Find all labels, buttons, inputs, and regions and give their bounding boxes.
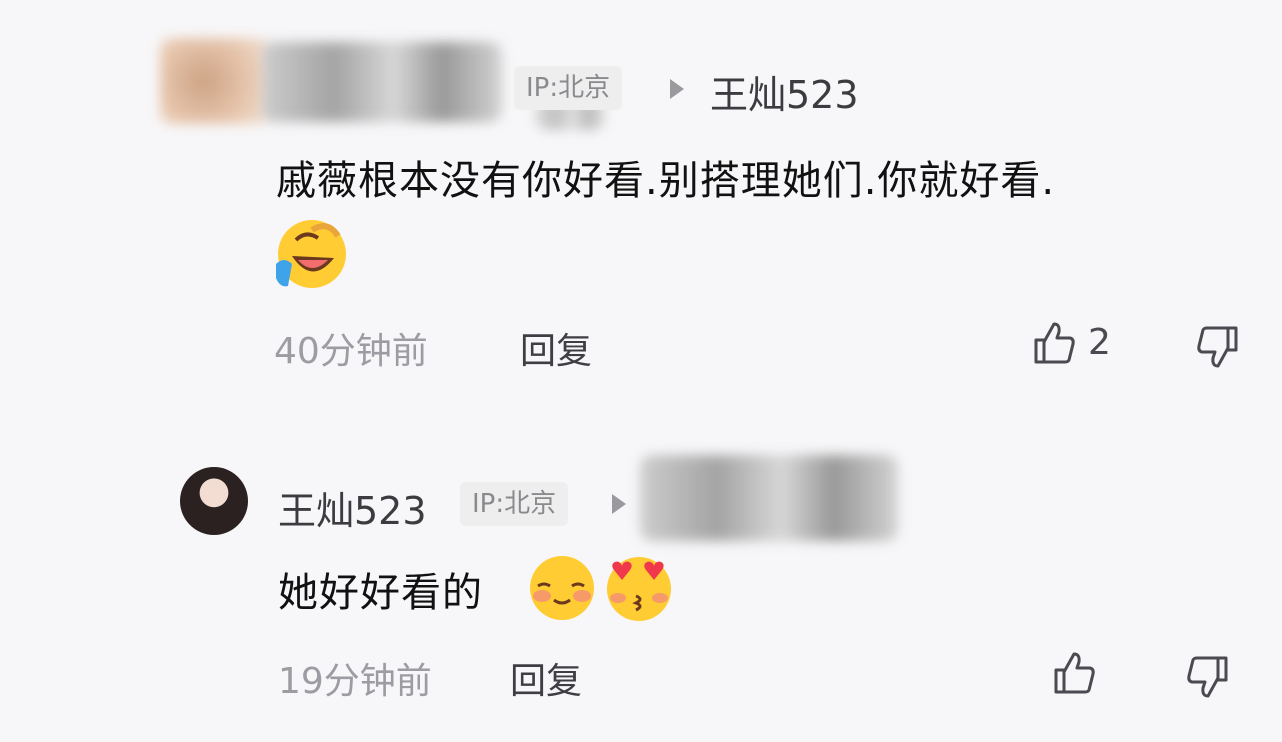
triangle-right-icon — [670, 79, 684, 99]
comment-time: 40分钟前 — [274, 331, 428, 372]
reply-target-username[interactable]: 王灿523 — [710, 64, 859, 119]
thumbs-up-outline-icon[interactable] — [1032, 320, 1076, 366]
triangle-right-icon — [612, 494, 626, 514]
blurred-username — [262, 42, 502, 122]
comment-username[interactable]: 王灿523 — [278, 480, 427, 535]
thumbs-up-outline-icon[interactable] — [1052, 650, 1096, 696]
reply-button[interactable]: 回复 — [510, 652, 582, 704]
comment-time: 19分钟前 — [278, 661, 432, 702]
reply-button[interactable]: 回复 — [520, 322, 592, 374]
heart-eyes-kiss-emoji — [607, 557, 671, 621]
comment-text: 戚薇根本没有你好看.别搭理她们.你就好看. — [276, 158, 1056, 204]
thumbs-down-outline-icon[interactable] — [1196, 324, 1240, 370]
blurred-avatar — [160, 38, 270, 124]
blurred-reply-target — [640, 455, 898, 541]
ip-location-badge: IP:北京 — [514, 66, 623, 110]
shy-smile-emoji — [530, 556, 594, 620]
like-count: 2 — [1088, 322, 1111, 363]
thumbs-down-outline-icon[interactable] — [1186, 654, 1230, 700]
ip-location-badge: IP:北京 — [460, 482, 569, 526]
avatar[interactable] — [180, 467, 248, 535]
comment-text: 她好好看的 — [278, 570, 483, 616]
laughing-crying-emoji — [276, 220, 346, 288]
